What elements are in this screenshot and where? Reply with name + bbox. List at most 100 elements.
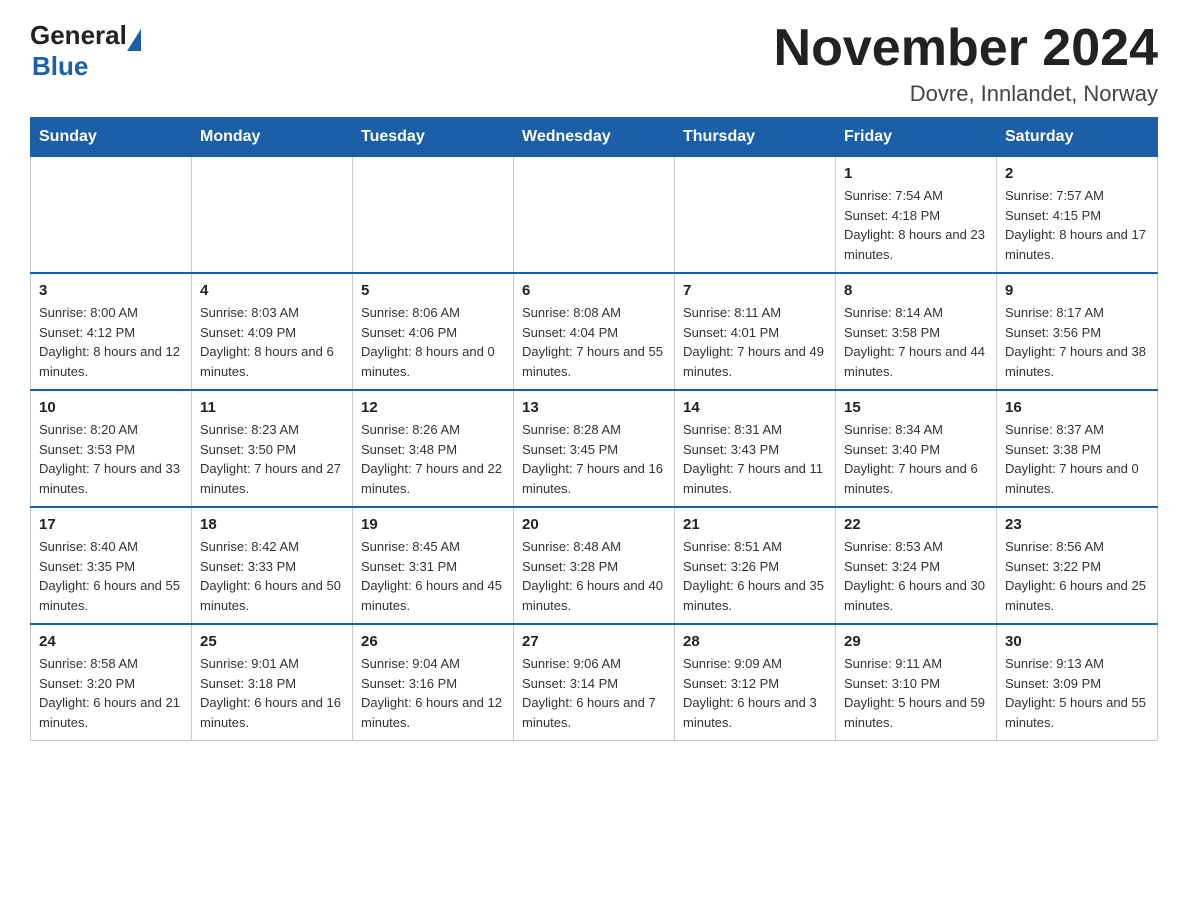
day-info: Sunrise: 8:26 AM Sunset: 3:48 PM Dayligh… bbox=[361, 420, 505, 498]
day-number: 1 bbox=[844, 165, 988, 182]
day-number: 5 bbox=[361, 282, 505, 299]
day-number: 8 bbox=[844, 282, 988, 299]
weekday-header-sunday: Sunday bbox=[31, 118, 192, 157]
day-number: 21 bbox=[683, 516, 827, 533]
day-info: Sunrise: 8:11 AM Sunset: 4:01 PM Dayligh… bbox=[683, 303, 827, 381]
day-info: Sunrise: 8:34 AM Sunset: 3:40 PM Dayligh… bbox=[844, 420, 988, 498]
location-label: Dovre, Innlandet, Norway bbox=[774, 81, 1158, 107]
day-number: 22 bbox=[844, 516, 988, 533]
weekday-header-row: SundayMondayTuesdayWednesdayThursdayFrid… bbox=[31, 118, 1158, 157]
day-number: 27 bbox=[522, 633, 666, 650]
calendar-cell: 19Sunrise: 8:45 AM Sunset: 3:31 PM Dayli… bbox=[353, 507, 514, 624]
calendar-week-4: 17 Sunrise: 8:40 AM Sunset: 3:35 PM Dayli… bbox=[31, 507, 1158, 624]
month-title: November 2024 bbox=[774, 20, 1158, 77]
calendar-cell: 2Sunrise: 7:57 AM Sunset: 4:15 PM Daylig… bbox=[997, 157, 1158, 274]
day-info: Sunrise: 8:17 AM Sunset: 3:56 PM Dayligh… bbox=[1005, 303, 1149, 381]
calendar-cell: 28Sunrise: 9:09 AM Sunset: 3:12 PM Dayli… bbox=[675, 624, 836, 741]
calendar-cell: 24 Sunrise: 8:58 AM Sunset: 3:20 PM Dayli… bbox=[31, 624, 192, 741]
calendar-cell bbox=[675, 157, 836, 274]
calendar-cell: 27 Sunrise: 9:06 AM Sunset: 3:14 PM Dayli… bbox=[514, 624, 675, 741]
calendar-cell: 12 Sunrise: 8:26 AM Sunset: 3:48 PM Dayli… bbox=[353, 390, 514, 507]
day-info: Sunrise: 8:56 AM Sunset: 3:22 PM Dayligh… bbox=[1005, 537, 1149, 615]
day-info: Sunrise: 8:00 AM Sunset: 4:12 PM Dayligh… bbox=[39, 303, 183, 381]
day-info: Sunrise: 7:57 AM Sunset: 4:15 PM Dayligh… bbox=[1005, 186, 1149, 264]
calendar-cell: 9 Sunrise: 8:17 AM Sunset: 3:56 PM Daylig… bbox=[997, 273, 1158, 390]
calendar-body: 1 Sunrise: 7:54 AM Sunset: 4:18 PM Daylig… bbox=[31, 157, 1158, 741]
day-number: 12 bbox=[361, 399, 505, 416]
day-info: Sunrise: 8:14 AM Sunset: 3:58 PM Dayligh… bbox=[844, 303, 988, 381]
day-info: Sunrise: 9:13 AM Sunset: 3:09 PM Dayligh… bbox=[1005, 654, 1149, 732]
day-number: 14 bbox=[683, 399, 827, 416]
day-info: Sunrise: 9:01 AM Sunset: 3:18 PM Dayligh… bbox=[200, 654, 344, 732]
day-info: Sunrise: 8:06 AM Sunset: 4:06 PM Dayligh… bbox=[361, 303, 505, 381]
calendar-week-1: 1 Sunrise: 7:54 AM Sunset: 4:18 PM Daylig… bbox=[31, 157, 1158, 274]
calendar-header: SundayMondayTuesdayWednesdayThursdayFrid… bbox=[31, 118, 1158, 157]
day-info: Sunrise: 8:58 AM Sunset: 3:20 PM Dayligh… bbox=[39, 654, 183, 732]
weekday-header-thursday: Thursday bbox=[675, 118, 836, 157]
calendar-cell: 8 Sunrise: 8:14 AM Sunset: 3:58 PM Daylig… bbox=[836, 273, 997, 390]
calendar-cell: 6 Sunrise: 8:08 AM Sunset: 4:04 PM Daylig… bbox=[514, 273, 675, 390]
day-info: Sunrise: 9:06 AM Sunset: 3:14 PM Dayligh… bbox=[522, 654, 666, 732]
day-number: 15 bbox=[844, 399, 988, 416]
calendar-cell: 4 Sunrise: 8:03 AM Sunset: 4:09 PM Daylig… bbox=[192, 273, 353, 390]
weekday-header-tuesday: Tuesday bbox=[353, 118, 514, 157]
day-number: 11 bbox=[200, 399, 344, 416]
day-info: Sunrise: 8:23 AM Sunset: 3:50 PM Dayligh… bbox=[200, 420, 344, 498]
day-info: Sunrise: 8:40 AM Sunset: 3:35 PM Dayligh… bbox=[39, 537, 183, 615]
day-info: Sunrise: 8:28 AM Sunset: 3:45 PM Dayligh… bbox=[522, 420, 666, 498]
logo-arrow-icon bbox=[127, 29, 141, 51]
calendar-cell: 25 Sunrise: 9:01 AM Sunset: 3:18 PM Dayli… bbox=[192, 624, 353, 741]
day-info: Sunrise: 8:53 AM Sunset: 3:24 PM Dayligh… bbox=[844, 537, 988, 615]
calendar-cell bbox=[353, 157, 514, 274]
day-number: 6 bbox=[522, 282, 666, 299]
day-number: 29 bbox=[844, 633, 988, 650]
calendar-cell: 26Sunrise: 9:04 AM Sunset: 3:16 PM Dayli… bbox=[353, 624, 514, 741]
calendar-cell: 5 Sunrise: 8:06 AM Sunset: 4:06 PM Daylig… bbox=[353, 273, 514, 390]
weekday-header-friday: Friday bbox=[836, 118, 997, 157]
logo-general-text: General bbox=[30, 20, 127, 51]
day-info: Sunrise: 8:42 AM Sunset: 3:33 PM Dayligh… bbox=[200, 537, 344, 615]
calendar-cell: 29 Sunrise: 9:11 AM Sunset: 3:10 PM Dayli… bbox=[836, 624, 997, 741]
calendar-cell: 3 Sunrise: 8:00 AM Sunset: 4:12 PM Daylig… bbox=[31, 273, 192, 390]
day-info: Sunrise: 8:51 AM Sunset: 3:26 PM Dayligh… bbox=[683, 537, 827, 615]
day-number: 4 bbox=[200, 282, 344, 299]
day-number: 3 bbox=[39, 282, 183, 299]
day-number: 17 bbox=[39, 516, 183, 533]
page-header: General Blue November 2024 Dovre, Innlan… bbox=[30, 20, 1158, 107]
calendar-cell bbox=[192, 157, 353, 274]
day-number: 28 bbox=[683, 633, 827, 650]
calendar-cell: 14Sunrise: 8:31 AM Sunset: 3:43 PM Dayli… bbox=[675, 390, 836, 507]
day-number: 18 bbox=[200, 516, 344, 533]
day-number: 9 bbox=[1005, 282, 1149, 299]
day-number: 26 bbox=[361, 633, 505, 650]
day-number: 16 bbox=[1005, 399, 1149, 416]
calendar-cell: 18 Sunrise: 8:42 AM Sunset: 3:33 PM Dayli… bbox=[192, 507, 353, 624]
day-number: 24 bbox=[39, 633, 183, 650]
day-info: Sunrise: 9:11 AM Sunset: 3:10 PM Dayligh… bbox=[844, 654, 988, 732]
day-info: Sunrise: 7:54 AM Sunset: 4:18 PM Dayligh… bbox=[844, 186, 988, 264]
day-number: 20 bbox=[522, 516, 666, 533]
calendar-week-3: 10Sunrise: 8:20 AM Sunset: 3:53 PM Dayli… bbox=[31, 390, 1158, 507]
calendar-cell: 15 Sunrise: 8:34 AM Sunset: 3:40 PM Dayli… bbox=[836, 390, 997, 507]
calendar-week-5: 24 Sunrise: 8:58 AM Sunset: 3:20 PM Dayli… bbox=[31, 624, 1158, 741]
calendar-week-2: 3 Sunrise: 8:00 AM Sunset: 4:12 PM Daylig… bbox=[31, 273, 1158, 390]
day-info: Sunrise: 8:03 AM Sunset: 4:09 PM Dayligh… bbox=[200, 303, 344, 381]
calendar-cell: 22 Sunrise: 8:53 AM Sunset: 3:24 PM Dayli… bbox=[836, 507, 997, 624]
calendar-cell: 1 Sunrise: 7:54 AM Sunset: 4:18 PM Daylig… bbox=[836, 157, 997, 274]
calendar-cell: 16Sunrise: 8:37 AM Sunset: 3:38 PM Dayli… bbox=[997, 390, 1158, 507]
calendar-cell: 11 Sunrise: 8:23 AM Sunset: 3:50 PM Dayli… bbox=[192, 390, 353, 507]
title-block: November 2024 Dovre, Innlandet, Norway bbox=[774, 20, 1158, 107]
calendar-cell: 30 Sunrise: 9:13 AM Sunset: 3:09 PM Dayli… bbox=[997, 624, 1158, 741]
calendar-cell: 21 Sunrise: 8:51 AM Sunset: 3:26 PM Dayli… bbox=[675, 507, 836, 624]
logo: General Blue bbox=[30, 20, 141, 82]
day-info: Sunrise: 8:08 AM Sunset: 4:04 PM Dayligh… bbox=[522, 303, 666, 381]
day-number: 10 bbox=[39, 399, 183, 416]
calendar-cell bbox=[514, 157, 675, 274]
day-number: 30 bbox=[1005, 633, 1149, 650]
calendar-cell bbox=[31, 157, 192, 274]
calendar-cell: 20Sunrise: 8:48 AM Sunset: 3:28 PM Dayli… bbox=[514, 507, 675, 624]
calendar-cell: 10Sunrise: 8:20 AM Sunset: 3:53 PM Dayli… bbox=[31, 390, 192, 507]
weekday-header-saturday: Saturday bbox=[997, 118, 1158, 157]
weekday-header-monday: Monday bbox=[192, 118, 353, 157]
day-number: 25 bbox=[200, 633, 344, 650]
